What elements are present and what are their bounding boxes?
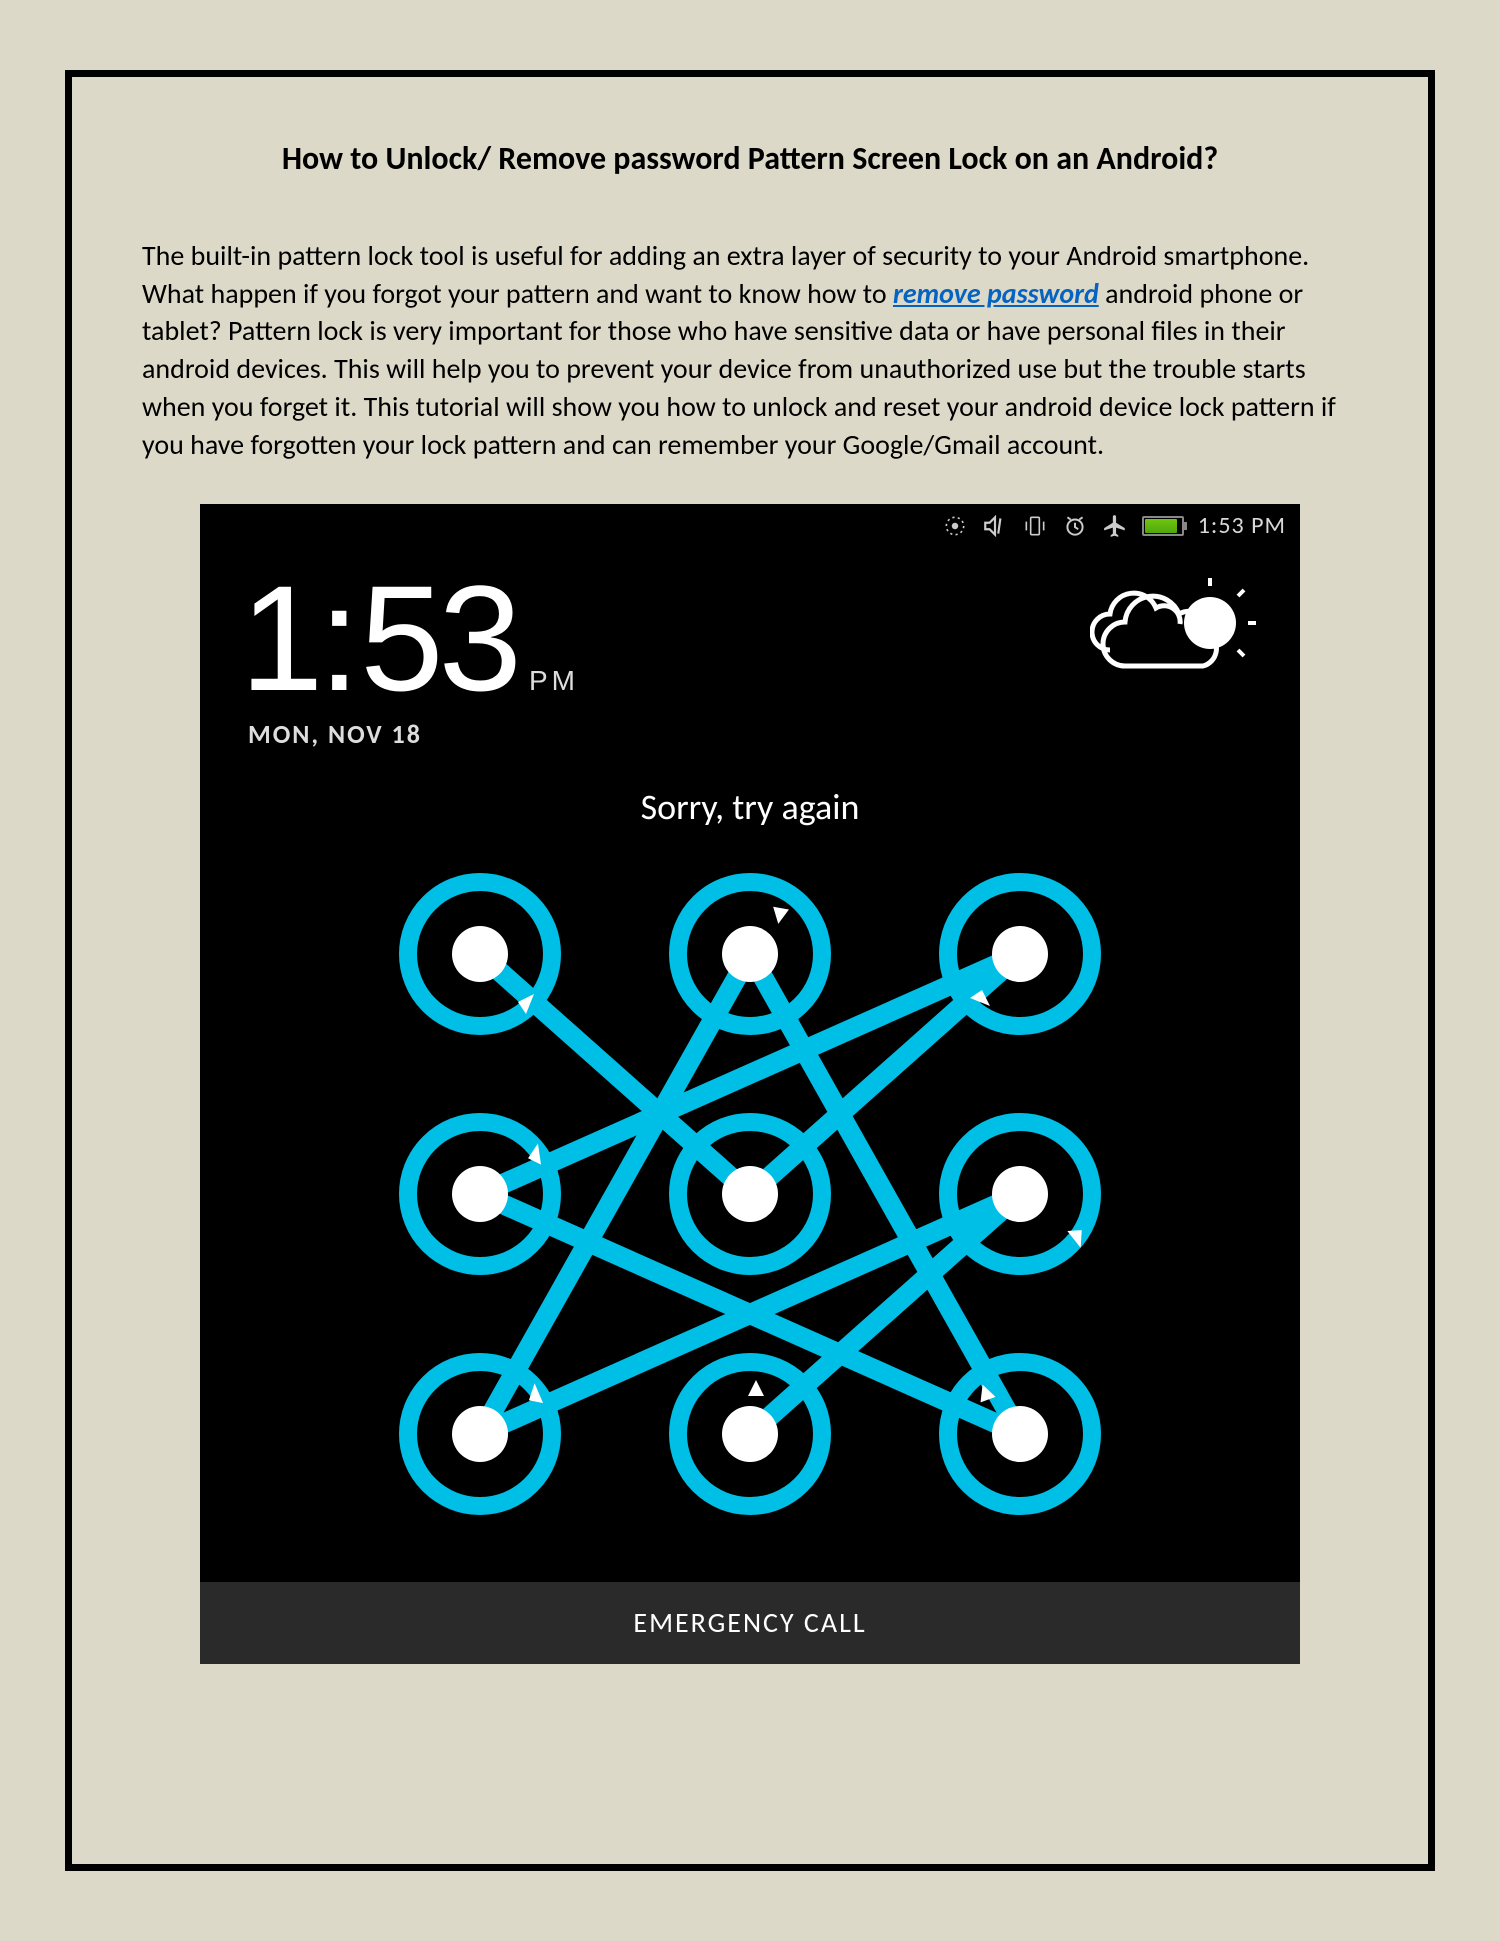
page-title: How to Unlock/ Remove password Pattern S…	[142, 137, 1358, 182]
error-message: Sorry, try again	[200, 785, 1300, 829]
airplane-icon	[1102, 513, 1128, 539]
clock-min: 53	[360, 563, 517, 713]
vibrate-icon	[1022, 513, 1048, 539]
clock-ampm: PM	[529, 665, 579, 697]
pattern-lock-grid[interactable]	[350, 854, 1150, 1534]
gps-icon	[942, 513, 968, 539]
status-icons: 1:53 PM	[942, 511, 1286, 540]
emergency-call-button[interactable]: EMERGENCY CALL	[200, 1582, 1300, 1664]
clock-hour: 1	[240, 563, 318, 713]
battery-icon	[1142, 516, 1184, 536]
remove-password-link[interactable]: remove password	[893, 276, 1099, 311]
document-frame: How to Unlock/ Remove password Pattern S…	[65, 70, 1435, 1871]
weather-icon	[1090, 578, 1260, 703]
intro-paragraph: The built-in pattern lock tool is useful…	[142, 237, 1358, 464]
clock-row: 1:53 PM MON, NOV 18	[200, 548, 1300, 750]
status-bar: 1:53 PM	[200, 504, 1300, 548]
alarm-icon	[1062, 513, 1088, 539]
mute-icon	[982, 513, 1008, 539]
status-bar-time: 1:53 PM	[1198, 511, 1286, 540]
android-lockscreen-screenshot: 1:53 PM 1:53 PM MON, NOV 18	[200, 504, 1300, 1664]
clock-widget: 1:53 PM MON, NOV 18	[240, 563, 579, 750]
clock-date: MON, NOV 18	[248, 718, 579, 750]
clock-colon: :	[318, 563, 360, 713]
